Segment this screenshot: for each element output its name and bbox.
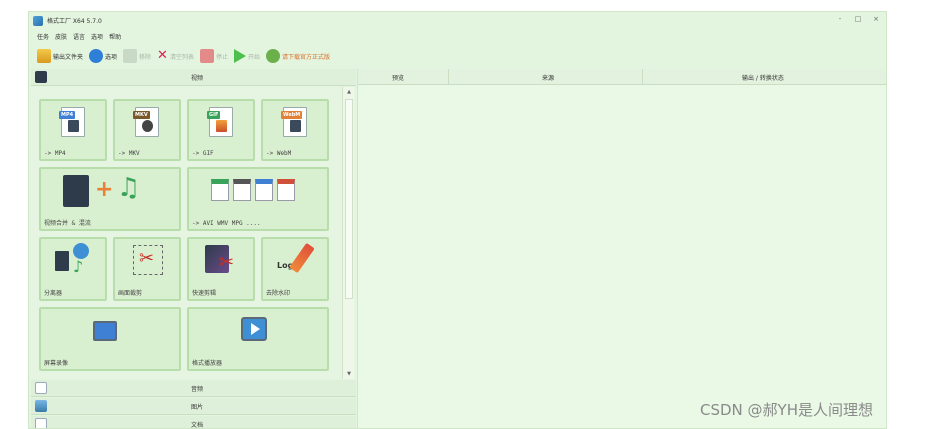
start-button[interactable]: 开始 — [233, 47, 260, 65]
vob-file-icon — [277, 179, 295, 201]
minimize-button[interactable]: - — [836, 15, 844, 23]
tile-to-gif[interactable]: GIF -> GIF — [187, 99, 255, 161]
scroll-thumb[interactable] — [345, 99, 353, 299]
document-category-header[interactable]: 文档 — [31, 416, 356, 428]
window-controls: - □ × — [836, 15, 880, 23]
menu-help[interactable]: 帮助 — [109, 32, 121, 41]
category-sidebar: 视频 MP4 -> MP4 MKV -> MKV GIF -> GIF WebM… — [31, 69, 356, 428]
task-list-panel[interactable]: 预览 来源 输出 / 转换状态 — [357, 69, 886, 428]
scissors-icon: ✂ — [139, 248, 155, 269]
image-glyph — [216, 120, 227, 132]
image-category-header[interactable]: 图片 — [31, 398, 356, 415]
tile-quick-cut[interactable]: ✂ 快速剪辑 — [187, 237, 255, 301]
audio-category-header[interactable]: 音频 — [31, 380, 356, 397]
eraser-icon — [289, 242, 315, 274]
screen-record-icon — [93, 321, 117, 341]
csdn-watermark: CSDN @郝YH是人间理想 — [700, 401, 873, 419]
gif-file-icon: GIF — [207, 107, 233, 137]
column-divider — [642, 69, 643, 85]
column-output-status[interactable]: 输出 / 转换状态 — [742, 73, 784, 82]
player-play-icon — [251, 323, 260, 335]
tile-to-mp4[interactable]: MP4 -> MP4 — [39, 99, 107, 161]
options-button[interactable]: 选项 — [89, 47, 117, 65]
menu-skin[interactable]: 皮肤 — [55, 32, 67, 41]
tile-video-merge[interactable]: + ♫ 视频合并 & 混流 — [39, 167, 181, 231]
title-bar: 格式工厂 X64 5.7.0 - □ × — [29, 12, 886, 29]
toolbar: 输出文件夹 选项 移除 ✕ 清空列表 停止 开始 请下载官方正式版 — [29, 45, 886, 67]
image-picture-icon — [35, 400, 47, 412]
tile-to-avi-wmv-mpg[interactable]: -> AVI WMV MPG .... — [187, 167, 329, 231]
mp4-file-icon: MP4 — [59, 107, 85, 137]
video-tiles-area: MP4 -> MP4 MKV -> MKV GIF -> GIF WebM ->… — [31, 87, 356, 379]
tile-to-mkv[interactable]: MKV -> MKV — [113, 99, 181, 161]
quick-cut-scissors-icon: ✂ — [219, 252, 235, 273]
window-title: 格式工厂 X64 5.7.0 — [47, 18, 102, 25]
menu-language[interactable]: 语言 — [73, 32, 85, 41]
tile-splitter[interactable]: ♪ 分离器 — [39, 237, 107, 301]
audio-note-icon — [35, 382, 47, 394]
scroll-up-arrow-icon[interactable]: ▲ — [343, 87, 355, 97]
options-icon — [89, 49, 104, 63]
film-glyph — [68, 120, 79, 132]
video-category-header[interactable]: 视频 — [31, 69, 356, 86]
column-source[interactable]: 来源 — [542, 73, 554, 82]
music-note-icon: ♫ — [117, 173, 141, 203]
webm-file-icon: WebM — [281, 107, 307, 137]
stop-icon — [199, 49, 214, 63]
tile-crop[interactable]: ✂ 画面裁剪 — [113, 237, 181, 301]
menu-options[interactable]: 选项 — [91, 32, 103, 41]
tile-remove-watermark[interactable]: Logo 去除水印 — [261, 237, 329, 301]
output-folder-button[interactable]: 输出文件夹 — [37, 47, 83, 65]
app-logo-icon — [33, 15, 43, 26]
plus-icon: + — [95, 177, 114, 202]
document-icon — [35, 418, 47, 428]
avi-file-icon — [211, 179, 229, 201]
mkv-file-icon: MKV — [133, 107, 159, 137]
menu-bar: 任务 皮肤 语言 选项 帮助 — [29, 29, 121, 43]
download-official-link[interactable]: 请下载官方正式版 — [266, 47, 330, 65]
remove-icon — [123, 49, 138, 63]
close-button[interactable]: × — [872, 15, 880, 23]
tile-format-player[interactable]: 格式播放器 — [187, 307, 329, 371]
splitter-film-icon — [55, 251, 69, 271]
tile-to-webm[interactable]: WebM -> WebM — [261, 99, 329, 161]
maximize-button[interactable]: □ — [854, 15, 862, 23]
clear-x-icon: ✕ — [157, 48, 168, 63]
clear-list-button[interactable]: ✕ 清空列表 — [157, 47, 194, 65]
play-icon — [233, 49, 246, 63]
app-window: 格式工厂 X64 5.7.0 - □ × 任务 皮肤 语言 选项 帮助 输出文件… — [28, 11, 887, 429]
column-preview[interactable]: 预览 — [392, 73, 404, 82]
wmv-file-icon — [255, 179, 273, 201]
reel-glyph — [142, 120, 153, 132]
column-divider — [448, 69, 449, 85]
download-icon — [266, 49, 280, 63]
film-glyph — [290, 120, 301, 132]
task-list-header: 预览 来源 输出 / 转换状态 — [358, 69, 886, 85]
film-strip-icon — [63, 175, 89, 207]
menu-task[interactable]: 任务 — [37, 32, 49, 41]
tile-screen-record[interactable]: 屏幕录像 — [39, 307, 181, 371]
scroll-down-arrow-icon[interactable]: ▼ — [343, 369, 355, 379]
flv-file-icon — [233, 179, 251, 201]
remove-button[interactable]: 移除 — [123, 47, 151, 65]
tiles-scrollbar[interactable]: ▲ ▼ — [342, 87, 354, 379]
video-film-icon — [35, 71, 47, 83]
splitter-note-icon: ♪ — [73, 257, 84, 276]
folder-icon — [37, 49, 51, 63]
stop-button[interactable]: 停止 — [199, 47, 228, 65]
